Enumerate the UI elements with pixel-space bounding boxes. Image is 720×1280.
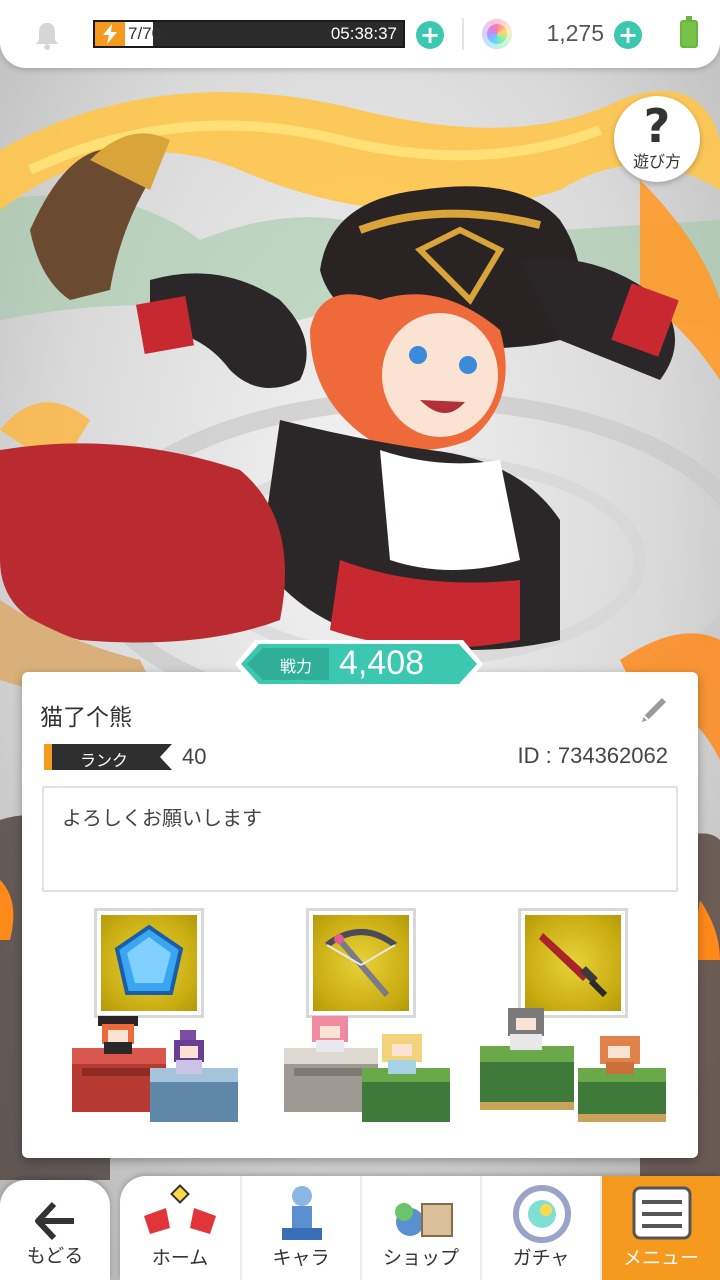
nav-character[interactable]: キャラ bbox=[240, 1176, 360, 1280]
comment-text: よろしくお願いします bbox=[62, 806, 262, 830]
rank-badge: ランク bbox=[44, 744, 172, 770]
nav-menu[interactable]: メニュー bbox=[600, 1176, 720, 1280]
status-bar: 7/70 05:38:37 + 1,275 + bbox=[0, 0, 720, 68]
nav-label: ホーム bbox=[151, 1247, 209, 1269]
party-slot-2[interactable] bbox=[276, 908, 466, 1138]
nav-home[interactable]: ホーム bbox=[120, 1176, 240, 1280]
profile-card: 猫了个熊 ランク 40 ID : 734362062 よろしくお願いします bbox=[22, 672, 698, 1158]
character-icon bbox=[282, 1186, 322, 1240]
add-gem-button[interactable]: + bbox=[614, 21, 642, 49]
gem-icon bbox=[482, 19, 512, 49]
nav-label: キャラ bbox=[272, 1247, 330, 1269]
nav-label: ガチャ bbox=[512, 1247, 570, 1269]
gacha-icon bbox=[513, 1185, 571, 1243]
party-slot-3[interactable] bbox=[480, 908, 678, 1138]
battery-icon bbox=[680, 16, 698, 48]
blue-gem-icon bbox=[114, 924, 184, 995]
unit-orange-hair-girl[interactable] bbox=[572, 1026, 672, 1136]
combat-power-badge: 戦力 4,408 bbox=[233, 638, 485, 690]
gem-count: 1,275 bbox=[546, 20, 604, 46]
menu-icon bbox=[632, 1186, 692, 1240]
stamina-gauge: 7/70 05:38:37 bbox=[93, 20, 405, 48]
lightning-icon bbox=[95, 22, 125, 46]
back-button[interactable]: もどる bbox=[0, 1180, 110, 1280]
nav-label: メニュー bbox=[622, 1247, 699, 1269]
unit-grey-knight[interactable] bbox=[472, 998, 582, 1122]
equipment-slot[interactable] bbox=[94, 908, 204, 1018]
help-label: 遊び方 bbox=[632, 152, 681, 171]
player-name: 猫了个熊 bbox=[40, 705, 132, 731]
nav-label: ショップ bbox=[382, 1247, 459, 1269]
red-sword-icon bbox=[539, 933, 608, 998]
shop-icon bbox=[395, 1203, 453, 1237]
rank-label: ランク bbox=[80, 751, 129, 770]
edit-pen-icon[interactable] bbox=[636, 694, 670, 728]
combat-power-value: 4,408 bbox=[339, 644, 425, 682]
rank-value: 40 bbox=[182, 744, 207, 769]
divider bbox=[462, 18, 464, 50]
equipment-slot[interactable] bbox=[306, 908, 416, 1018]
unit-purple-mage[interactable] bbox=[144, 1026, 244, 1136]
nav-tabs: ホーム キャラ ショップ ガチャ メニュー bbox=[120, 1176, 720, 1280]
bell-icon[interactable] bbox=[30, 18, 64, 52]
combat-power-label: 戦力 bbox=[280, 657, 313, 676]
add-stamina-button[interactable]: + bbox=[416, 21, 444, 49]
back-label: もどる bbox=[26, 1245, 84, 1267]
help-button[interactable]: ? 遊び方 bbox=[614, 96, 700, 182]
arrow-left-icon bbox=[35, 1201, 74, 1241]
player-id: ID : 734362062 bbox=[517, 743, 668, 768]
nav-gacha[interactable]: ガチャ bbox=[480, 1176, 600, 1280]
question-mark-icon: ? bbox=[643, 99, 671, 153]
stamina-value: 7/70 bbox=[128, 24, 162, 43]
comment-box: よろしくお願いします bbox=[42, 786, 678, 892]
stamina-timer: 05:38:37 bbox=[330, 24, 397, 43]
nav-shop[interactable]: ショップ bbox=[360, 1176, 480, 1280]
crossbow-icon bbox=[325, 929, 397, 997]
home-icon bbox=[144, 1184, 216, 1234]
party-slot-1[interactable] bbox=[64, 908, 254, 1138]
unit-blonde-twin-girl[interactable] bbox=[356, 1026, 456, 1136]
bottom-navigation: もどる ホーム キャラ ショップ ガチャ メニュー bbox=[0, 1176, 720, 1280]
